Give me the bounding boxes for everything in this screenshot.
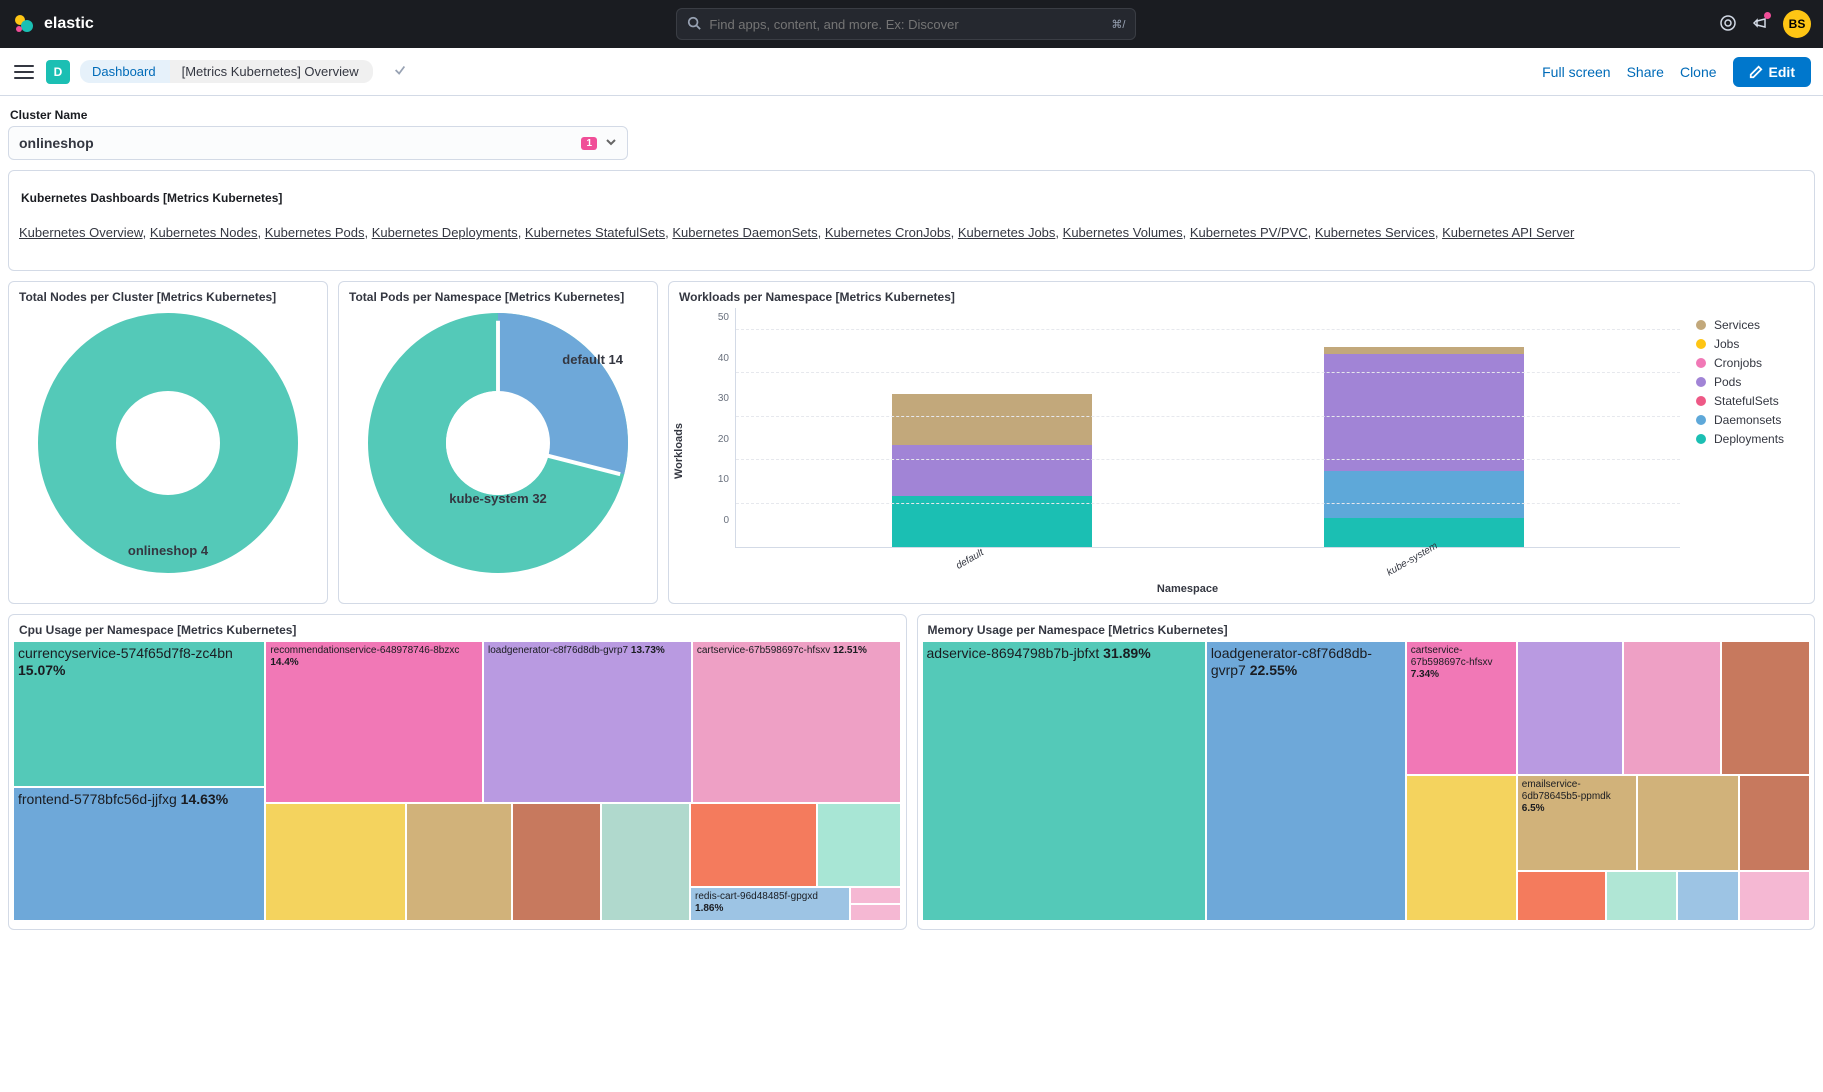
- cluster-name-label: Cluster Name: [8, 104, 1815, 126]
- breadcrumb-current: [Metrics Kubernetes] Overview: [170, 60, 373, 83]
- space-badge[interactable]: D: [46, 60, 70, 84]
- legend-item[interactable]: Daemonsets: [1696, 413, 1810, 427]
- cpu-panel: Cpu Usage per Namespace [Metrics Kuberne…: [8, 614, 907, 930]
- cpu-treemap[interactable]: currencyservice-574f65d7f8-zc4bn 15.07% …: [13, 641, 902, 921]
- tm-cell: [850, 887, 902, 904]
- mem-panel: Memory Usage per Namespace [Metrics Kube…: [917, 614, 1816, 930]
- tm-cell: [817, 803, 901, 887]
- dashboard-link[interactable]: Kubernetes Services: [1315, 225, 1435, 240]
- tm-cell: [1637, 775, 1739, 870]
- elastic-icon: [12, 12, 36, 36]
- pods-kube-label: kube-system 32: [449, 491, 547, 506]
- dashboard-link[interactable]: Kubernetes PV/PVC: [1190, 225, 1308, 240]
- chevron-down-icon: [605, 135, 617, 151]
- workloads-ylabel: Workloads: [673, 423, 685, 479]
- fullscreen-link[interactable]: Full screen: [1542, 64, 1610, 80]
- legend-item[interactable]: Services: [1696, 318, 1810, 332]
- dashboard-link[interactable]: Kubernetes DaemonSets: [672, 225, 817, 240]
- pods-title: Total Pods per Namespace [Metrics Kubern…: [343, 286, 653, 308]
- tm-cell: [1739, 871, 1810, 921]
- mem-treemap[interactable]: adservice-8694798b7b-jbfxt 31.89% loadge…: [922, 641, 1811, 921]
- links-panel-title: Kubernetes Dashboards [Metrics Kubernete…: [19, 187, 1804, 209]
- pods-chart[interactable]: default 14 kube-system 32: [343, 308, 653, 578]
- tm-cell: [1517, 871, 1606, 921]
- x-labels: defaultkube-system: [695, 548, 1680, 565]
- dashboard-link[interactable]: Kubernetes Volumes: [1063, 225, 1183, 240]
- dashboard-link[interactable]: Kubernetes CronJobs: [825, 225, 951, 240]
- workloads-xlabel: Namespace: [695, 583, 1680, 595]
- menu-toggle[interactable]: [12, 60, 36, 84]
- notification-dot: [1764, 12, 1771, 19]
- breadcrumb: Dashboard [Metrics Kubernetes] Overview: [80, 60, 373, 83]
- dashboard-link[interactable]: Kubernetes Jobs: [958, 225, 1056, 240]
- tm-cell: [601, 803, 690, 921]
- brand-text: elastic: [44, 15, 94, 33]
- filter-count: 1: [581, 137, 597, 150]
- tm-cell: [1406, 775, 1517, 921]
- bar-default[interactable]: [892, 394, 1092, 547]
- breadcrumb-dashboard[interactable]: Dashboard: [80, 60, 170, 83]
- search-kbd: ⌘/: [1111, 18, 1125, 31]
- dashboard-link[interactable]: Kubernetes Nodes: [150, 225, 258, 240]
- dashboard-link[interactable]: Kubernetes Deployments: [372, 225, 518, 240]
- check-icon: [393, 63, 407, 80]
- edit-button[interactable]: Edit: [1733, 57, 1811, 87]
- dashboard-link[interactable]: Kubernetes Pods: [265, 225, 365, 240]
- mem-title: Memory Usage per Namespace [Metrics Kube…: [922, 619, 1811, 641]
- nodes-chart[interactable]: onlineshop 4: [13, 308, 323, 578]
- legend-item[interactable]: Cronjobs: [1696, 356, 1810, 370]
- legend-item[interactable]: Deployments: [1696, 432, 1810, 446]
- tm-cell: [1623, 641, 1721, 775]
- tm-cell: [512, 803, 601, 921]
- workloads-legend: Services Jobs Cronjobs Pods StatefulSets Daem…: [1680, 308, 1810, 595]
- help-icon[interactable]: [1719, 14, 1737, 35]
- tm-cell: [1517, 641, 1624, 775]
- tm-cell: [690, 803, 817, 887]
- tm-cell: [1739, 775, 1810, 870]
- pencil-icon: [1749, 65, 1763, 79]
- bar-plot[interactable]: [735, 308, 1680, 548]
- nodes-slice-label: onlineshop 4: [128, 543, 208, 558]
- search-input[interactable]: [709, 17, 1111, 32]
- tm-cell: [265, 803, 405, 921]
- tm-cell: [406, 803, 513, 921]
- legend-item[interactable]: StatefulSets: [1696, 394, 1810, 408]
- pods-default-label: default 14: [562, 352, 623, 367]
- pods-panel: Total Pods per Namespace [Metrics Kubern…: [338, 281, 658, 604]
- nodes-title: Total Nodes per Cluster [Metrics Kuberne…: [13, 286, 323, 308]
- workloads-title: Workloads per Namespace [Metrics Kuberne…: [673, 286, 1810, 308]
- dashboard-link[interactable]: Kubernetes Overview: [19, 225, 143, 240]
- global-search[interactable]: ⌘/: [676, 8, 1136, 40]
- nodes-panel: Total Nodes per Cluster [Metrics Kuberne…: [8, 281, 328, 604]
- top-bar: elastic ⌘/ BS: [0, 0, 1823, 48]
- page-header: D Dashboard [Metrics Kubernetes] Overvie…: [0, 48, 1823, 96]
- workloads-panel: Workloads per Namespace [Metrics Kuberne…: [668, 281, 1815, 604]
- cpu-title: Cpu Usage per Namespace [Metrics Kuberne…: [13, 619, 902, 641]
- legend-item[interactable]: Jobs: [1696, 337, 1810, 351]
- dashboards-links-panel: Kubernetes Dashboards [Metrics Kubernete…: [8, 170, 1815, 271]
- news-icon[interactable]: [1751, 14, 1769, 35]
- search-icon: [687, 16, 701, 33]
- elastic-logo[interactable]: elastic: [12, 12, 94, 36]
- links-list: Kubernetes Overview, Kubernetes Nodes, K…: [19, 225, 1804, 240]
- tm-cell: [1677, 871, 1739, 921]
- legend-item[interactable]: Pods: [1696, 375, 1810, 389]
- bar-kube-system[interactable]: [1324, 347, 1524, 547]
- user-avatar[interactable]: BS: [1783, 10, 1811, 38]
- dashboard-link[interactable]: Kubernetes API Server: [1442, 225, 1574, 240]
- dashboard-link[interactable]: Kubernetes StatefulSets: [525, 225, 665, 240]
- edit-label: Edit: [1769, 64, 1795, 80]
- share-link[interactable]: Share: [1627, 64, 1664, 80]
- tm-cell: [1721, 641, 1810, 775]
- y-axis: 50403020100: [695, 308, 735, 548]
- tm-cell: [1606, 871, 1677, 921]
- cluster-filter[interactable]: onlineshop 1: [8, 126, 628, 160]
- tm-cell: [850, 904, 902, 921]
- clone-link[interactable]: Clone: [1680, 64, 1717, 80]
- filter-value: onlineshop: [19, 135, 94, 151]
